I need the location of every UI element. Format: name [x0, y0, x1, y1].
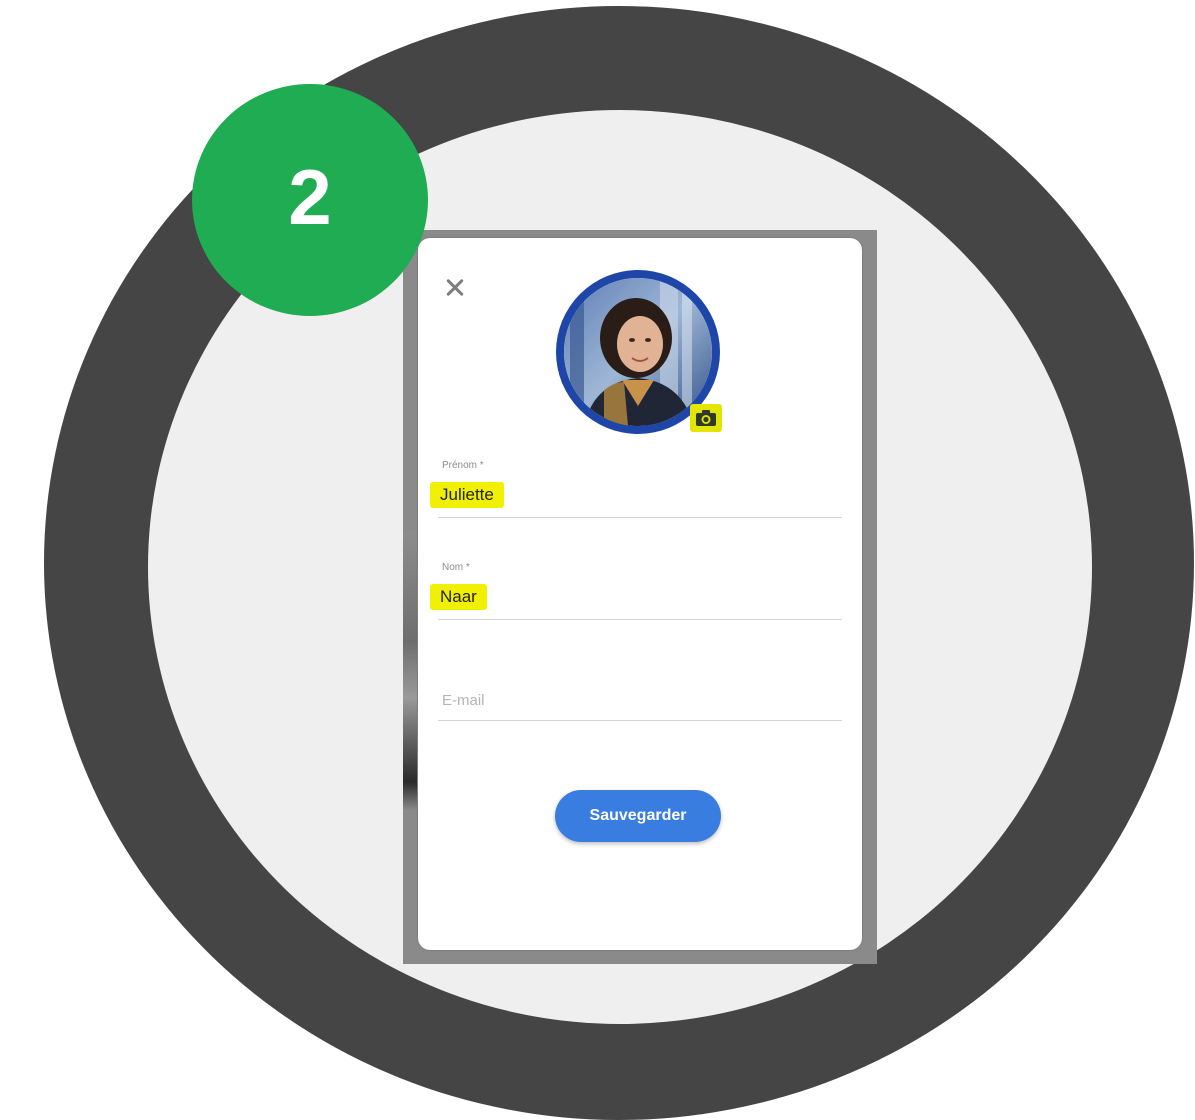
background-strip	[403, 530, 417, 810]
save-button[interactable]: Sauvegarder	[555, 790, 721, 842]
email-field[interactable]: E-mail	[438, 684, 842, 724]
close-icon[interactable]	[440, 272, 470, 302]
step-badge: 2	[192, 84, 428, 316]
first-name-underline	[438, 517, 842, 518]
profile-edit-dialog: Prénom * Juliette Nom * Naar E-mail Sauv…	[418, 238, 862, 950]
first-name-input[interactable]: Juliette	[430, 482, 504, 508]
camera-icon[interactable]	[690, 404, 722, 432]
last-name-field[interactable]: Nom * Naar	[430, 560, 842, 624]
last-name-label: Nom *	[442, 562, 470, 573]
first-name-label: Prénom *	[442, 460, 484, 471]
email-underline	[438, 720, 842, 721]
illustration-stage: 2 Prénom * Juliette Nom * Naar E-mail Sa…	[0, 0, 1195, 1120]
email-input[interactable]: E-mail	[442, 692, 485, 709]
step-number: 2	[288, 153, 332, 241]
last-name-underline	[438, 619, 842, 620]
last-name-input[interactable]: Naar	[430, 584, 487, 610]
profile-photo	[564, 278, 712, 426]
first-name-field[interactable]: Prénom * Juliette	[430, 456, 842, 520]
